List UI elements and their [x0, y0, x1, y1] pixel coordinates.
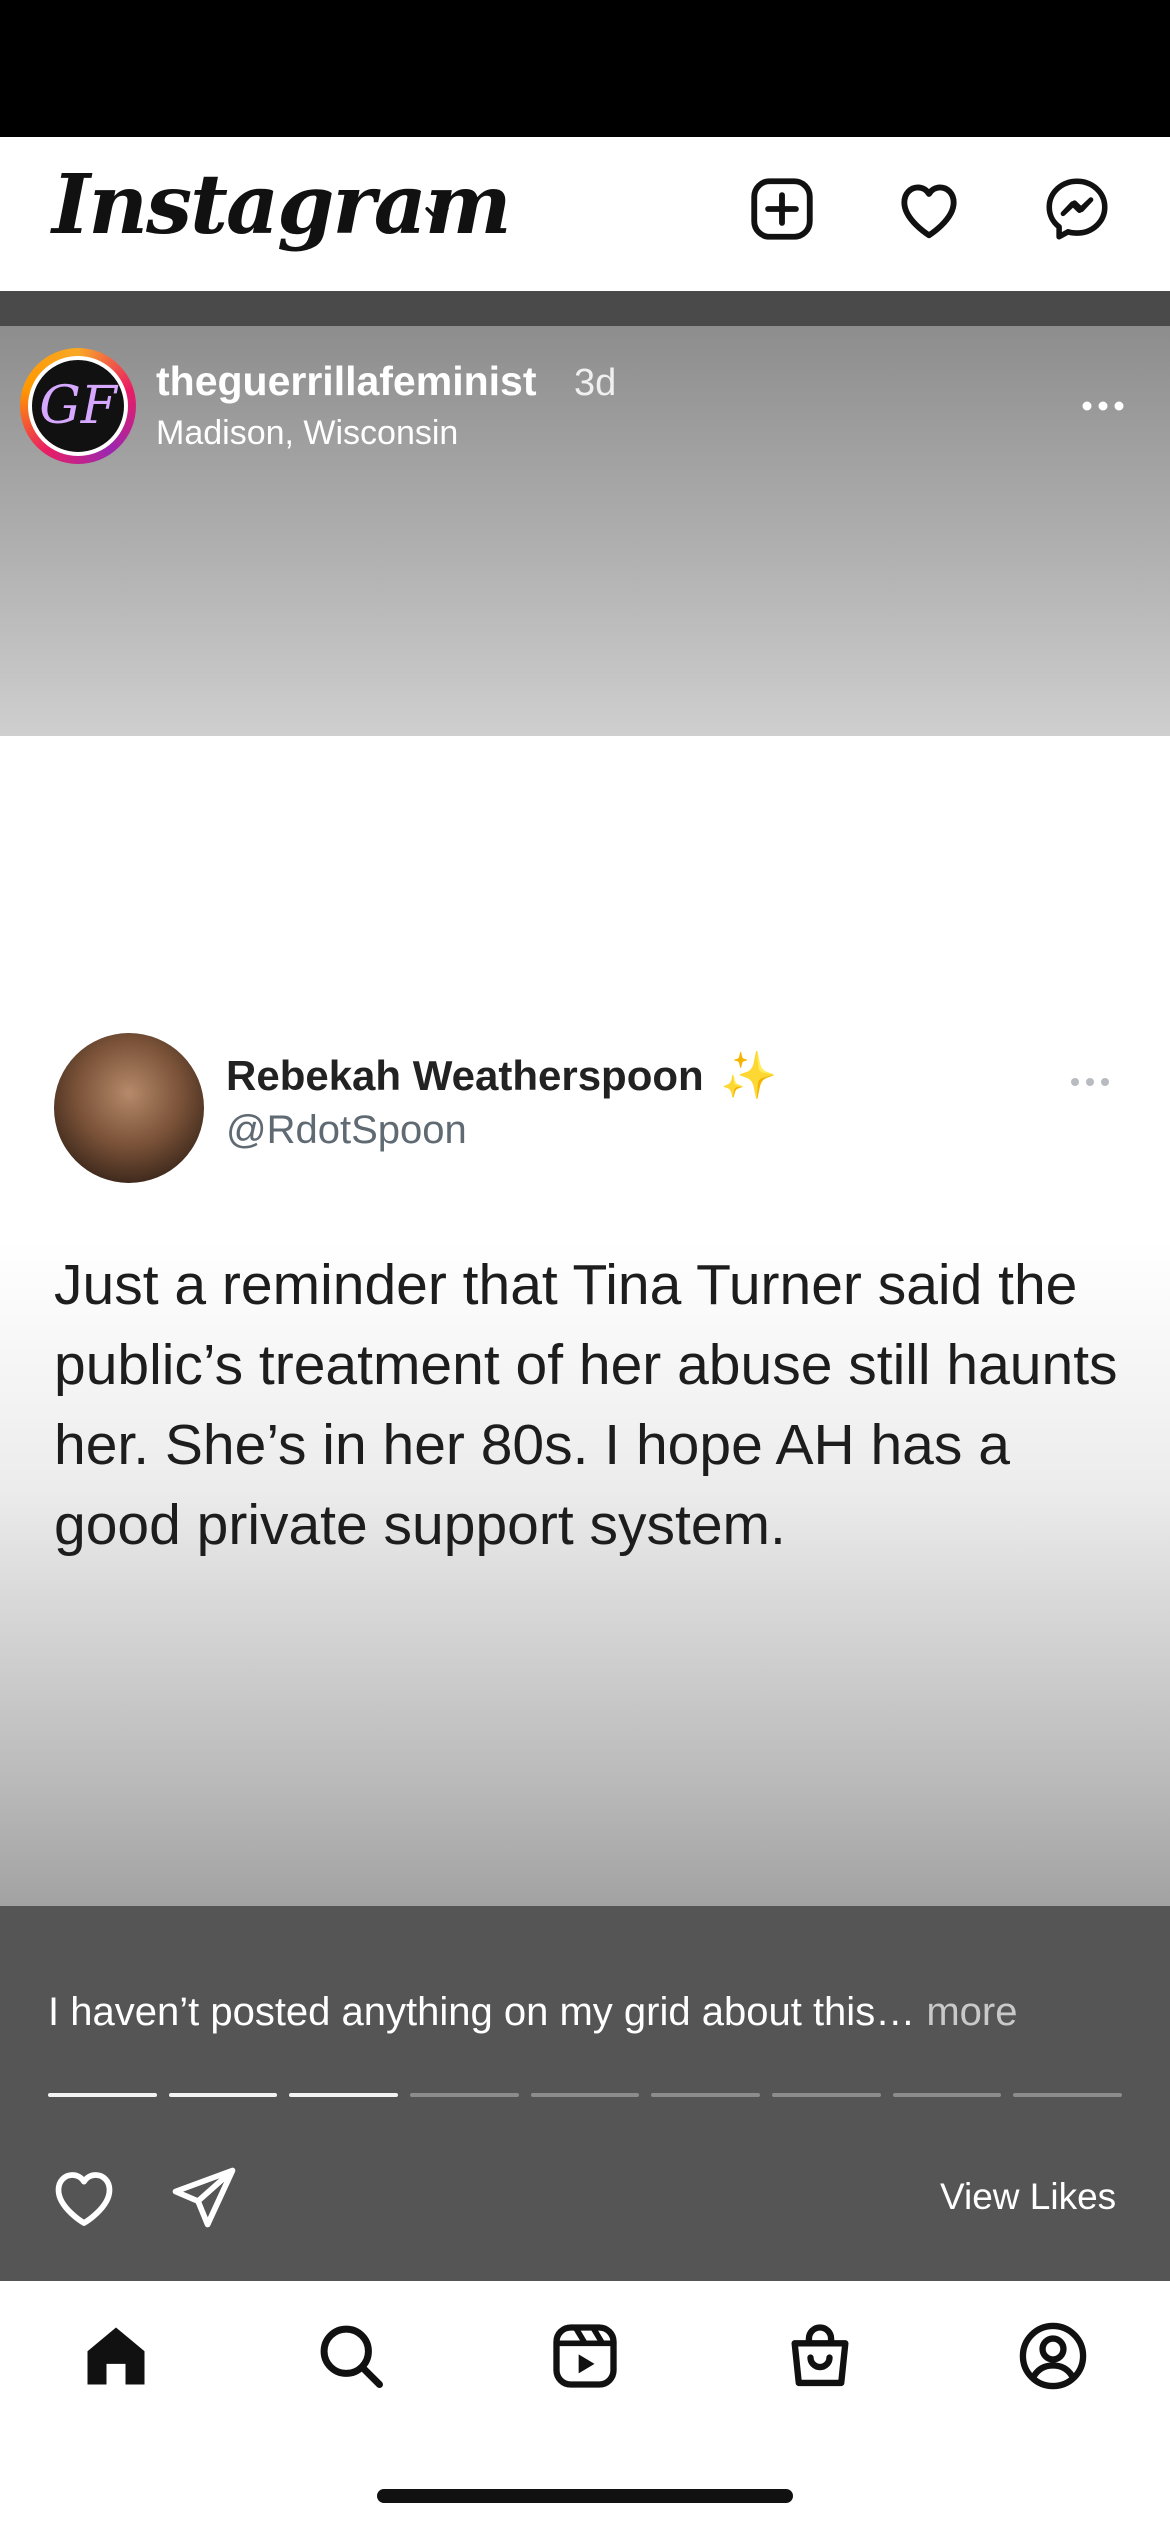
tweet-author-name: Rebekah Weatherspoon: [226, 1052, 704, 1099]
more-options-icon[interactable]: [1078, 386, 1128, 426]
add-post-icon[interactable]: [745, 172, 819, 246]
heart-icon[interactable]: [48, 2163, 120, 2229]
shop-icon[interactable]: [782, 2318, 858, 2394]
progress-segment: [48, 2093, 157, 2097]
progress-segment: [530, 2093, 640, 2097]
tweet-author-handle: @RdotSpoon: [226, 1108, 467, 1152]
post-username[interactable]: theguerrillafeminist: [156, 358, 536, 405]
messenger-icon[interactable]: [1040, 172, 1114, 246]
progress-segment: [772, 2093, 881, 2097]
post-age: 3d: [574, 362, 617, 404]
progress-segment: [892, 2093, 1002, 2097]
reels-icon[interactable]: [547, 2318, 623, 2394]
avatar-initials: GF: [39, 376, 117, 436]
post-location[interactable]: Madison, Wisconsin: [156, 414, 458, 453]
profile-icon[interactable]: [1015, 2318, 1091, 2394]
tweet-more-icon: [1071, 1078, 1109, 1086]
progress-segment: [289, 2093, 399, 2097]
caption-text: I haven’t posted anything on my grid abo…: [48, 1990, 916, 2034]
feed-top-strip: [0, 291, 1170, 326]
home-indicator: [377, 2489, 793, 2503]
tweet-text: Just a reminder that Tina Turner said th…: [54, 1253, 1118, 1557]
status-bar: [0, 0, 1170, 137]
caption[interactable]: I haven’t posted anything on my grid abo…: [48, 1990, 1017, 2035]
view-likes-link[interactable]: View Likes: [940, 2176, 1116, 2218]
sparkle-emoji: ✨: [720, 1049, 778, 1101]
heart-icon[interactable]: [892, 172, 966, 246]
slide-progress: [48, 2093, 1123, 2099]
caption-more-link[interactable]: more: [926, 1990, 1017, 2034]
progress-segment: [651, 2093, 761, 2097]
progress-segment: [168, 2093, 278, 2097]
progress-segment: [410, 2093, 519, 2097]
chevron-down-icon[interactable]: [420, 196, 454, 230]
tweet-author-avatar: [54, 1033, 204, 1183]
share-icon[interactable]: [168, 2163, 240, 2229]
search-icon[interactable]: [313, 2318, 389, 2394]
progress-segment: [1013, 2093, 1123, 2097]
home-icon[interactable]: [78, 2318, 154, 2394]
